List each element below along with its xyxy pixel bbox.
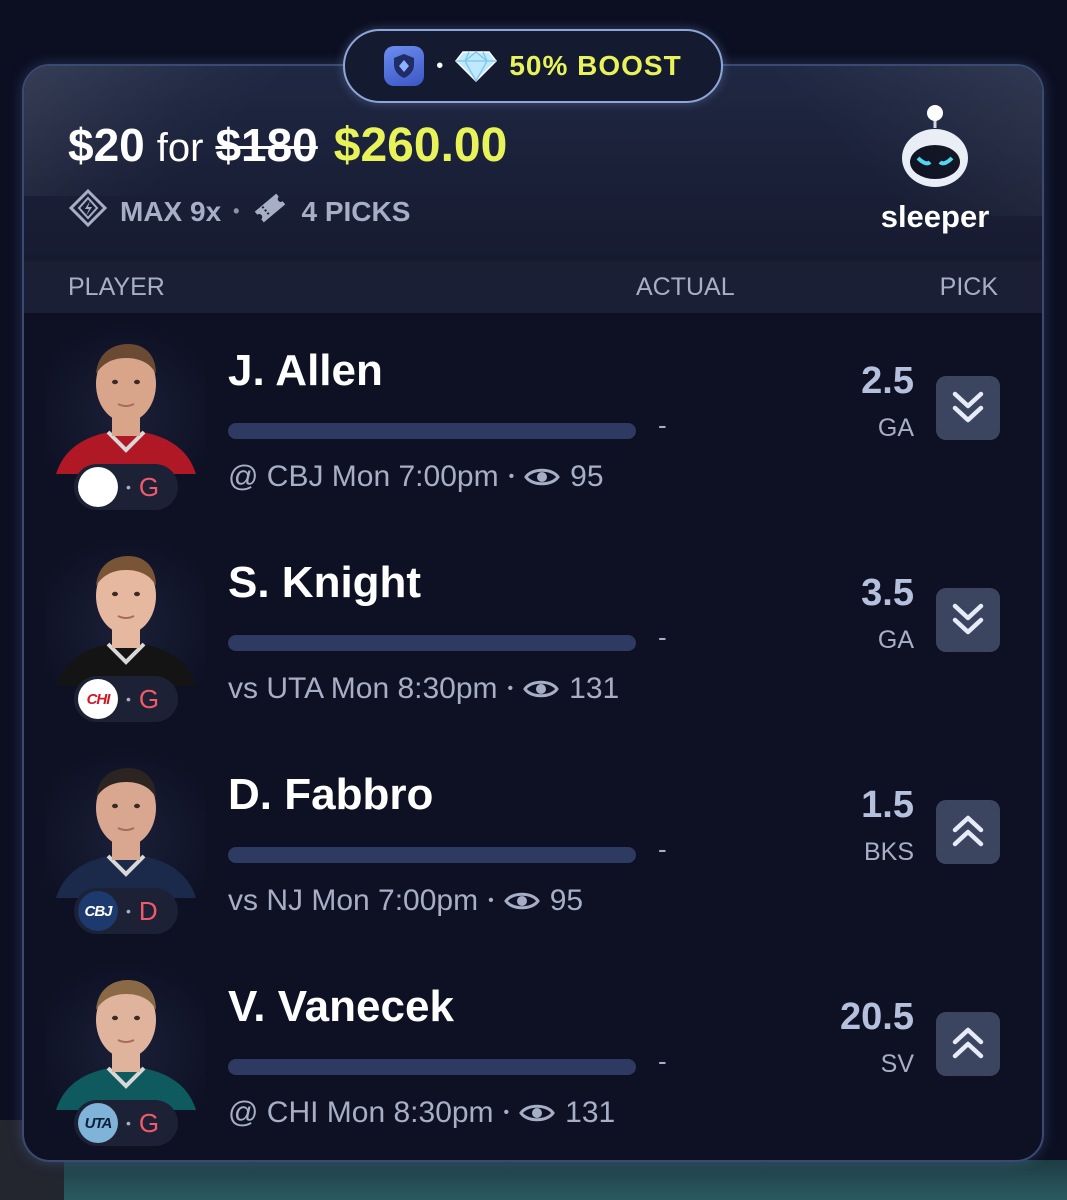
player-position: G [138, 471, 160, 502]
meta-line: MAX 9x • 4 PICKS [68, 188, 410, 235]
player-name[interactable]: V. Vanecek [228, 982, 454, 1032]
double-chevron-up-icon [949, 1024, 987, 1064]
boost-label: 50% BOOST [509, 50, 682, 81]
game-time: @ CBJ Mon 7:00pm [228, 460, 499, 493]
price-line: $20 for $180 $260.00 [68, 118, 507, 173]
badge-separator: • [126, 691, 131, 707]
player-headshot [46, 748, 206, 898]
eye-icon [523, 678, 559, 700]
player-row[interactable]: NJD • G J. Allen - @ CBJ Mon 7:00pm • 95… [24, 324, 1042, 536]
game-info: vs NJ Mon 7:00pm • 95 [228, 884, 583, 918]
game-separator: • [488, 892, 494, 909]
pick-higher-button[interactable] [936, 1012, 1000, 1076]
pick-lower-button[interactable] [936, 588, 1000, 652]
logo-text: sleeper [880, 199, 990, 234]
sleeper-logo: sleeper [870, 104, 1000, 235]
actual-value: - [658, 834, 667, 864]
badge-separator: • [126, 1115, 131, 1131]
projection-stat: GA [877, 414, 914, 442]
stake-amount: $20 [68, 119, 145, 171]
game-time: vs UTA Mon 8:30pm [228, 672, 498, 705]
entry-card: $20 for $180 $260.00 MAX 9x • 4 PICKS sl… [22, 64, 1044, 1162]
view-count: 95 [570, 460, 604, 493]
badge-separator: • [126, 903, 131, 919]
progress-bar [228, 423, 636, 439]
eye-icon [503, 890, 540, 912]
progress-bar [228, 847, 636, 863]
projection-line: 3.5 [861, 572, 914, 614]
player-row[interactable]: CBJ • D D. Fabbro - vs NJ Mon 7:00pm • 9… [24, 748, 1042, 960]
eye-icon [519, 1102, 555, 1124]
pick-lower-button[interactable] [936, 376, 1000, 440]
player-name[interactable]: S. Knight [228, 558, 421, 608]
actual-value: - [658, 1046, 667, 1076]
progress-bar [228, 635, 636, 651]
game-time: vs NJ Mon 7:00pm [228, 884, 479, 917]
projection-line: 1.5 [861, 784, 914, 826]
badge-separator: • [126, 479, 131, 495]
player-headshot [46, 536, 206, 686]
team-logo: CBJ [78, 891, 118, 931]
picks-count: 4 PICKS [301, 195, 411, 227]
view-count: 131 [565, 1096, 616, 1129]
projection-stat: GA [877, 626, 914, 654]
view-count: 131 [569, 672, 620, 705]
meta-separator: • [233, 201, 240, 221]
double-chevron-down-icon [949, 600, 987, 640]
projection-line: 20.5 [840, 996, 914, 1038]
column-player: PLAYER [68, 273, 165, 301]
actual-value: - [658, 410, 667, 440]
game-separator: • [503, 1104, 510, 1121]
boost-separator: • [436, 54, 444, 77]
team-badge: CBJ • D [74, 888, 178, 934]
projection-stat: SV [880, 1050, 914, 1078]
column-pick: PICK [939, 273, 998, 301]
player-position: G [138, 1107, 160, 1138]
player-headshot [46, 324, 206, 474]
game-info: @ CBJ Mon 7:00pm • 95 [228, 460, 604, 494]
player-position: D [138, 895, 158, 926]
player-position: G [138, 683, 160, 714]
team-logo: UTA [78, 1103, 118, 1143]
shield-icon [384, 46, 425, 86]
for-text: for [156, 126, 204, 170]
team-badge: NJD • G [74, 464, 178, 510]
game-separator: • [508, 468, 515, 485]
original-payout: $180 [215, 119, 318, 171]
team-logo: NJD [78, 467, 118, 507]
player-headshot [46, 960, 206, 1110]
column-header: PLAYER ACTUAL PICK [24, 261, 1042, 313]
sleeper-mascot-icon [902, 105, 968, 187]
eye-icon [524, 466, 560, 488]
double-chevron-up-icon [949, 812, 987, 852]
game-separator: • [507, 680, 514, 697]
game-info: @ CHI Mon 8:30pm • 131 [228, 1096, 615, 1130]
bottom-strip [0, 1160, 1067, 1200]
team-badge: CHI • G [74, 676, 178, 722]
game-info: vs UTA Mon 8:30pm • 131 [228, 672, 619, 706]
actual-value: - [658, 622, 667, 652]
diamond-lightning-icon [68, 188, 108, 235]
team-badge: UTA • G [74, 1100, 178, 1146]
projection-stat: BKS [863, 838, 914, 866]
column-actual: ACTUAL [636, 273, 735, 301]
boost-pill[interactable]: • 50% BOOST [343, 29, 723, 103]
team-logo: CHI [78, 679, 118, 719]
view-count: 95 [549, 884, 584, 917]
progress-bar [228, 1059, 636, 1075]
player-row[interactable]: CHI • G S. Knight - vs UTA Mon 8:30pm • … [24, 536, 1042, 748]
player-name[interactable]: J. Allen [228, 346, 383, 396]
diamond-gem-icon [455, 49, 498, 83]
ticket-icon [251, 189, 289, 234]
max-multiplier: MAX 9x [120, 195, 222, 227]
pick-higher-button[interactable] [936, 800, 1000, 864]
game-time: @ CHI Mon 8:30pm [228, 1096, 494, 1129]
double-chevron-down-icon [949, 388, 987, 428]
boosted-payout: $260.00 [333, 119, 508, 172]
projection-line: 2.5 [861, 360, 914, 402]
player-row[interactable]: UTA • G V. Vanecek - @ CHI Mon 8:30pm • … [24, 960, 1042, 1160]
player-name[interactable]: D. Fabbro [228, 770, 433, 820]
